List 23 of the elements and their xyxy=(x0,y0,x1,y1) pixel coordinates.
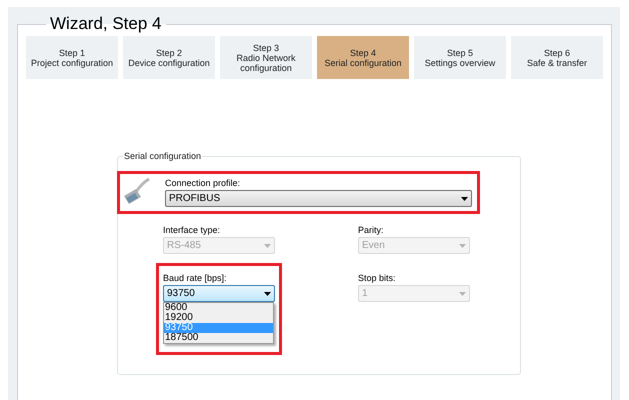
wizard-title: Wizard, Step 4 xyxy=(49,14,162,34)
step-tab[interactable]: Step 2 Device configuration xyxy=(123,36,215,79)
step-tab[interactable]: Step 1 Project configuration xyxy=(26,36,118,79)
step-tab[interactable]: Step 3 Radio Network configuration xyxy=(220,36,312,79)
dropdown-option[interactable]: 19200 xyxy=(164,313,273,323)
dropdown-arrow-icon xyxy=(461,196,468,200)
dropdown-arrow-icon xyxy=(264,292,271,296)
step-tab[interactable]: Step 4 Serial configuration xyxy=(317,36,409,79)
dropdown-arrow-icon xyxy=(264,244,271,248)
dropdown-option[interactable]: 187500 xyxy=(164,333,273,343)
field-label: Stop bits: xyxy=(358,273,397,283)
step-tab[interactable]: Step 5 Settings overview xyxy=(414,36,506,79)
dropdown[interactable]: PROFIBUS xyxy=(165,190,472,207)
dropdown-arrow-icon xyxy=(459,292,466,296)
dropdown[interactable]: 93750 xyxy=(163,285,275,302)
group-title: Serial configuration xyxy=(123,151,202,161)
step-tab[interactable]: Step 6 Safe & transfer xyxy=(511,36,603,79)
dropdown-arrow-icon xyxy=(459,244,466,248)
field-label: Connection profile: xyxy=(165,178,242,188)
field-label: Interface type: xyxy=(163,225,222,235)
field-label: Baud rate [bps]: xyxy=(163,273,228,283)
field-label: Parity: xyxy=(358,225,385,235)
dropdown-option[interactable]: 9600 xyxy=(164,303,273,313)
